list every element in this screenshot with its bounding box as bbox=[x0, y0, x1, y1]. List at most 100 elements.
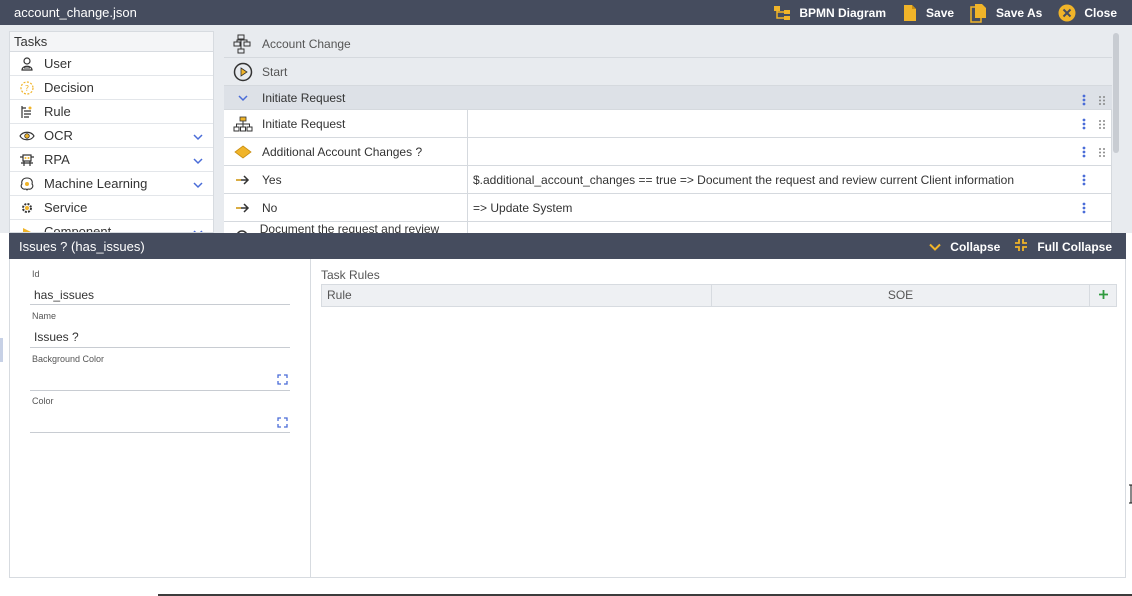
flow-row[interactable]: Document the request and review current bbox=[224, 222, 1112, 233]
task-item-rule[interactable]: Rule bbox=[10, 100, 213, 124]
name-value[interactable]: Issues ? bbox=[34, 330, 79, 344]
decision-icon: ? bbox=[10, 80, 44, 95]
save-as-label: Save As bbox=[996, 6, 1043, 20]
kebab-menu-icon[interactable] bbox=[1082, 174, 1086, 189]
arrow-right-icon bbox=[224, 174, 262, 185]
task-item-user[interactable]: User bbox=[10, 52, 213, 76]
toolbar: BPMN Diagram Save Save As Close bbox=[773, 3, 1117, 23]
task-item-rpa[interactable]: RPA bbox=[10, 148, 213, 172]
start-row[interactable]: Start bbox=[224, 58, 1112, 86]
flow-row-detail: $.additional_account_changes == true => … bbox=[468, 166, 1112, 193]
robot-icon bbox=[10, 153, 44, 167]
chevron-down-icon[interactable] bbox=[193, 154, 203, 168]
component-icon bbox=[10, 225, 44, 232]
close-button[interactable]: Close bbox=[1058, 4, 1117, 22]
details-header: Issues ? (has_issues) Collapse Full Coll… bbox=[9, 233, 1126, 259]
task-item-machine-learning[interactable]: Machine Learning bbox=[10, 172, 213, 196]
chevron-down-icon[interactable] bbox=[224, 94, 262, 102]
flow-row[interactable]: No => Update System bbox=[224, 194, 1112, 222]
brain-icon bbox=[10, 176, 44, 191]
color-picker-icon[interactable] bbox=[277, 374, 288, 388]
title-bar: account_change.json BPMN Diagram Save Sa… bbox=[0, 0, 1132, 25]
process-title-row[interactable]: Account Change bbox=[224, 30, 1112, 58]
tasks-panel-title: Tasks bbox=[10, 32, 213, 52]
start-icon bbox=[224, 62, 262, 82]
hierarchy-icon bbox=[224, 116, 262, 132]
background-color-field[interactable]: Background Color bbox=[30, 354, 290, 391]
chevron-down-icon[interactable] bbox=[193, 226, 203, 232]
task-item-label: Service bbox=[44, 200, 88, 215]
flow-row-label: No bbox=[262, 200, 278, 215]
background-color-label: Background Color bbox=[32, 354, 105, 364]
flow-row-label: Initiate Request bbox=[262, 116, 346, 131]
full-collapse-button[interactable]: Full Collapse bbox=[1014, 238, 1112, 255]
flow-row-detail bbox=[468, 110, 1112, 137]
flow-row[interactable]: Additional Account Changes ? bbox=[224, 138, 1112, 166]
flow-row[interactable]: Initiate Request bbox=[224, 110, 1112, 138]
bpmn-diagram-label: BPMN Diagram bbox=[799, 6, 887, 20]
task-rules-title: Task Rules bbox=[321, 268, 380, 282]
group-row-initiate-request[interactable]: Initiate Request bbox=[224, 86, 1112, 110]
kebab-menu-icon[interactable] bbox=[1082, 146, 1086, 161]
chevron-down-icon[interactable] bbox=[193, 178, 203, 192]
name-field[interactable]: Name Issues ? bbox=[30, 311, 290, 348]
task-rules-table-header: Rule SOE bbox=[321, 284, 1117, 307]
chevron-down-icon bbox=[929, 240, 942, 254]
gear-service-icon bbox=[10, 201, 44, 215]
task-item-label: RPA bbox=[44, 152, 70, 167]
task-item-component[interactable]: Component bbox=[10, 220, 213, 233]
chevron-down-icon[interactable] bbox=[193, 130, 203, 144]
add-rule-button[interactable] bbox=[1090, 285, 1116, 306]
process-flow-list: Account Change Start Initiate Request In… bbox=[224, 30, 1112, 233]
color-label: Color bbox=[32, 396, 54, 406]
kebab-menu-icon[interactable] bbox=[1082, 202, 1086, 217]
process-name: Account Change bbox=[262, 36, 351, 51]
task-item-decision[interactable]: ? Decision bbox=[10, 76, 213, 100]
flow-row-label: Yes bbox=[262, 172, 282, 187]
details-title: Issues ? (has_issues) bbox=[19, 239, 145, 254]
tasks-panel: Tasks User ? Decision Rule OCR RPA Machi… bbox=[9, 31, 214, 233]
save-as-button[interactable]: Save As bbox=[970, 3, 1042, 23]
kebab-menu-icon[interactable] bbox=[1082, 94, 1086, 109]
id-value[interactable]: has_issues bbox=[34, 288, 94, 302]
details-panel: Id has_issues Name Issues ? Background C… bbox=[9, 259, 1126, 578]
user-icon bbox=[10, 56, 44, 71]
flow-scrollbar-thumb[interactable] bbox=[1113, 33, 1119, 153]
collapse-label: Collapse bbox=[950, 239, 1001, 254]
flow-row-label: Document the request and review current bbox=[259, 221, 440, 234]
rule-column-header: Rule bbox=[322, 285, 712, 306]
save-as-icon bbox=[970, 3, 988, 23]
id-field[interactable]: Id has_issues bbox=[30, 269, 290, 305]
drag-handle-icon[interactable] bbox=[1098, 147, 1106, 161]
window-title: account_change.json bbox=[14, 5, 137, 20]
color-picker-icon[interactable] bbox=[277, 417, 288, 431]
arrow-right-icon bbox=[224, 202, 262, 213]
text-cursor-icon bbox=[1129, 484, 1132, 504]
properties-form: Id has_issues Name Issues ? Background C… bbox=[10, 259, 311, 578]
task-item-label: Decision bbox=[44, 80, 94, 95]
kebab-menu-icon[interactable] bbox=[1082, 118, 1086, 133]
id-label: Id bbox=[32, 269, 40, 279]
task-item-label: Component bbox=[44, 224, 112, 233]
drag-handle-icon[interactable] bbox=[1098, 119, 1106, 133]
save-icon bbox=[902, 4, 918, 22]
close-icon bbox=[1058, 4, 1076, 22]
drag-handle-icon[interactable] bbox=[1098, 95, 1106, 109]
editor-area: Tasks User ? Decision Rule OCR RPA Machi… bbox=[0, 25, 1132, 233]
flow-row-detail bbox=[468, 138, 1112, 165]
save-button[interactable]: Save bbox=[902, 4, 954, 22]
task-item-label: User bbox=[44, 56, 72, 71]
color-field[interactable]: Color bbox=[30, 396, 290, 433]
full-collapse-label: Full Collapse bbox=[1037, 239, 1112, 254]
task-item-service[interactable]: Service bbox=[10, 196, 213, 220]
task-item-label: OCR bbox=[44, 128, 73, 143]
bpmn-diagram-button[interactable]: BPMN Diagram bbox=[773, 5, 886, 21]
rule-icon bbox=[10, 105, 44, 119]
flow-row-detail: => Update System bbox=[468, 194, 1112, 221]
flow-row-label: Additional Account Changes ? bbox=[262, 144, 423, 159]
task-item-ocr[interactable]: OCR bbox=[10, 124, 213, 148]
collapse-button[interactable]: Collapse bbox=[929, 240, 1000, 254]
start-label: Start bbox=[262, 64, 288, 79]
save-label: Save bbox=[926, 6, 955, 20]
flow-row[interactable]: Yes $.additional_account_changes == true… bbox=[224, 166, 1112, 194]
